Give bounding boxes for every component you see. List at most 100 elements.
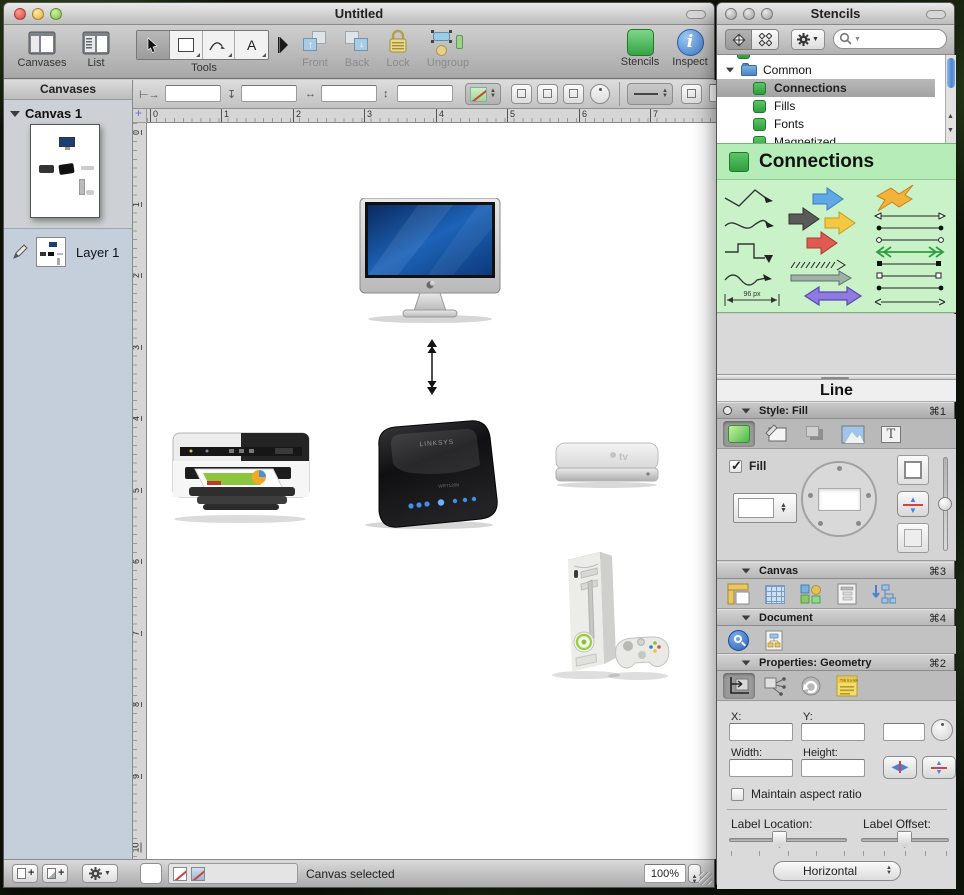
disclosure-triangle-icon[interactable] [742, 568, 751, 573]
canvas-action-menu[interactable]: ▼ [82, 864, 118, 883]
back-button[interactable]: ↓ Back [338, 29, 376, 69]
fill-checkbox[interactable] [729, 460, 742, 473]
layer-row[interactable]: Layer 1 [4, 231, 132, 273]
rotation-input[interactable] [883, 723, 925, 741]
document-section-header[interactable]: Document ⌘4 [717, 609, 954, 626]
canvas-grid-tab[interactable] [759, 581, 791, 607]
canvas-fill-swatch[interactable] [140, 863, 162, 884]
disclosure-triangle-icon[interactable] [742, 615, 751, 620]
linksys-router-image[interactable]: LINKSYS WRT120N [353, 419, 505, 531]
canvas-section-header[interactable]: Canvas ⌘3 [717, 562, 954, 579]
flip-vertical-button[interactable]: ▲▼ [922, 756, 956, 779]
canvas-size-tab[interactable] [723, 581, 755, 607]
new-layer-button[interactable]: + [42, 864, 68, 883]
width-input[interactable] [729, 759, 793, 777]
disclosure-triangle-icon[interactable] [726, 68, 734, 73]
label-location-thumb[interactable] [772, 831, 787, 848]
toolbar-toggle-pill[interactable] [926, 10, 946, 19]
hp-printer-image[interactable] [167, 425, 314, 524]
document-zoom-tab[interactable] [723, 628, 753, 652]
connections-tab[interactable] [759, 673, 791, 699]
fill-style-button[interactable]: ▲▼ [465, 83, 501, 105]
xbox-360-image[interactable] [538, 542, 671, 683]
canvas-outline-tab[interactable] [831, 581, 863, 607]
height-input[interactable] [397, 85, 453, 102]
zoom-level[interactable]: 100% [644, 864, 686, 883]
y-position-input[interactable] [241, 85, 297, 102]
x-input[interactable] [729, 723, 793, 741]
fill-opacity-thumb[interactable] [938, 497, 952, 511]
width-input[interactable] [321, 85, 377, 102]
flip-horizontal-button[interactable]: ◀▶ [883, 756, 917, 779]
tree-row-connections[interactable]: Connections [717, 79, 935, 97]
canvas-diagram-tab[interactable] [795, 581, 827, 607]
stencil-search-field[interactable]: ▼ [833, 29, 947, 49]
stroke-style-tab[interactable] [761, 421, 793, 447]
fill-color-well[interactable]: ▲▼ [733, 493, 797, 523]
label-offset-thumb[interactable] [897, 831, 912, 848]
gradient-blend-button[interactable]: ▲▼ [897, 491, 929, 517]
shadow-style-tab[interactable] [799, 421, 831, 447]
shadow-style-2-button[interactable] [537, 84, 558, 104]
scroll-down-arrow[interactable]: ▼ [947, 127, 954, 134]
fill-type-gradient-button[interactable] [897, 523, 929, 553]
height-input[interactable] [801, 759, 865, 777]
x-position-input[interactable] [165, 85, 221, 102]
geometry-section-header[interactable]: Properties: Geometry ⌘2 [717, 654, 954, 671]
tree-scrollbar[interactable]: ▲ ▼ [945, 55, 956, 143]
line-endpoint-button[interactable] [681, 84, 702, 104]
main-titlebar[interactable]: Untitled [4, 3, 714, 25]
text-tool[interactable]: A [235, 31, 268, 59]
shadow-style-1-button[interactable] [511, 84, 532, 104]
maintain-aspect-checkbox[interactable] [731, 788, 744, 801]
selection-tool[interactable] [137, 31, 170, 59]
tree-row-fills[interactable]: Fills [717, 97, 935, 115]
stencil-action-menu[interactable]: ▼ [791, 29, 825, 50]
line-tool[interactable] [203, 31, 236, 59]
stencils-button[interactable]: Stencils [616, 29, 664, 68]
lock-button[interactable]: Lock [380, 29, 416, 69]
image-style-tab[interactable] [837, 421, 869, 447]
label-location-slider[interactable] [729, 838, 847, 842]
style-fill-header[interactable]: Style: Fill ⌘1 [717, 402, 954, 419]
front-button[interactable]: ↑ Front [296, 29, 334, 69]
disclosure-triangle-icon[interactable] [742, 660, 751, 665]
tree-row-magnetized[interactable]: Magnetized [717, 133, 935, 143]
vertical-double-arrow[interactable] [425, 339, 439, 395]
line-style-button[interactable]: ▲▼ [627, 83, 673, 105]
action-tab[interactable] [795, 673, 827, 699]
tree-row-fonts[interactable]: Fonts [717, 115, 935, 133]
orientation-dropdown[interactable]: Horizontal ▲▼ [773, 861, 901, 881]
note-tab[interactable]: This is a note [831, 673, 863, 699]
single-view-button[interactable] [726, 30, 752, 49]
disclosure-triangle-icon[interactable] [742, 408, 751, 413]
connections-shapes[interactable]: 96 px [721, 182, 949, 310]
toolbar-toggle-pill[interactable] [686, 10, 706, 19]
resize-grip[interactable] [699, 872, 712, 885]
shape-tool[interactable] [170, 31, 203, 59]
imac-image[interactable] [358, 198, 503, 325]
sidebar-item-canvas1[interactable]: Canvas 1 [10, 106, 82, 121]
scrollbar-thumb[interactable] [947, 58, 955, 88]
fill-type-solid-button[interactable] [897, 455, 929, 485]
tool-drawer-toggle[interactable] [276, 35, 290, 55]
y-input[interactable] [801, 723, 865, 741]
style-tray[interactable] [168, 863, 298, 884]
new-canvas-button[interactable]: + [12, 864, 38, 883]
canvas-thumbnail[interactable] [30, 124, 100, 218]
drawing-canvas[interactable]: LINKSYS WRT120N tv [147, 123, 716, 859]
document-data-tab[interactable] [759, 628, 789, 652]
text-style-tab[interactable]: T [875, 421, 907, 447]
grid-view-button[interactable] [752, 30, 778, 49]
canvas-layout-tab[interactable] [867, 581, 899, 607]
list-button[interactable]: List [76, 29, 116, 69]
apple-tv-image[interactable]: tv [553, 438, 663, 489]
geometry-tab[interactable] [723, 673, 755, 699]
canvases-button[interactable]: Canvases [16, 29, 68, 69]
inspector-pin-icon[interactable] [723, 406, 732, 415]
ungroup-button[interactable]: Ungroup [420, 29, 476, 69]
inspect-button[interactable]: i Inspect [668, 29, 712, 68]
fill-style-tab[interactable] [723, 421, 755, 447]
stencils-titlebar[interactable]: Stencils [717, 3, 954, 25]
shadow-style-3-button[interactable] [563, 84, 584, 104]
